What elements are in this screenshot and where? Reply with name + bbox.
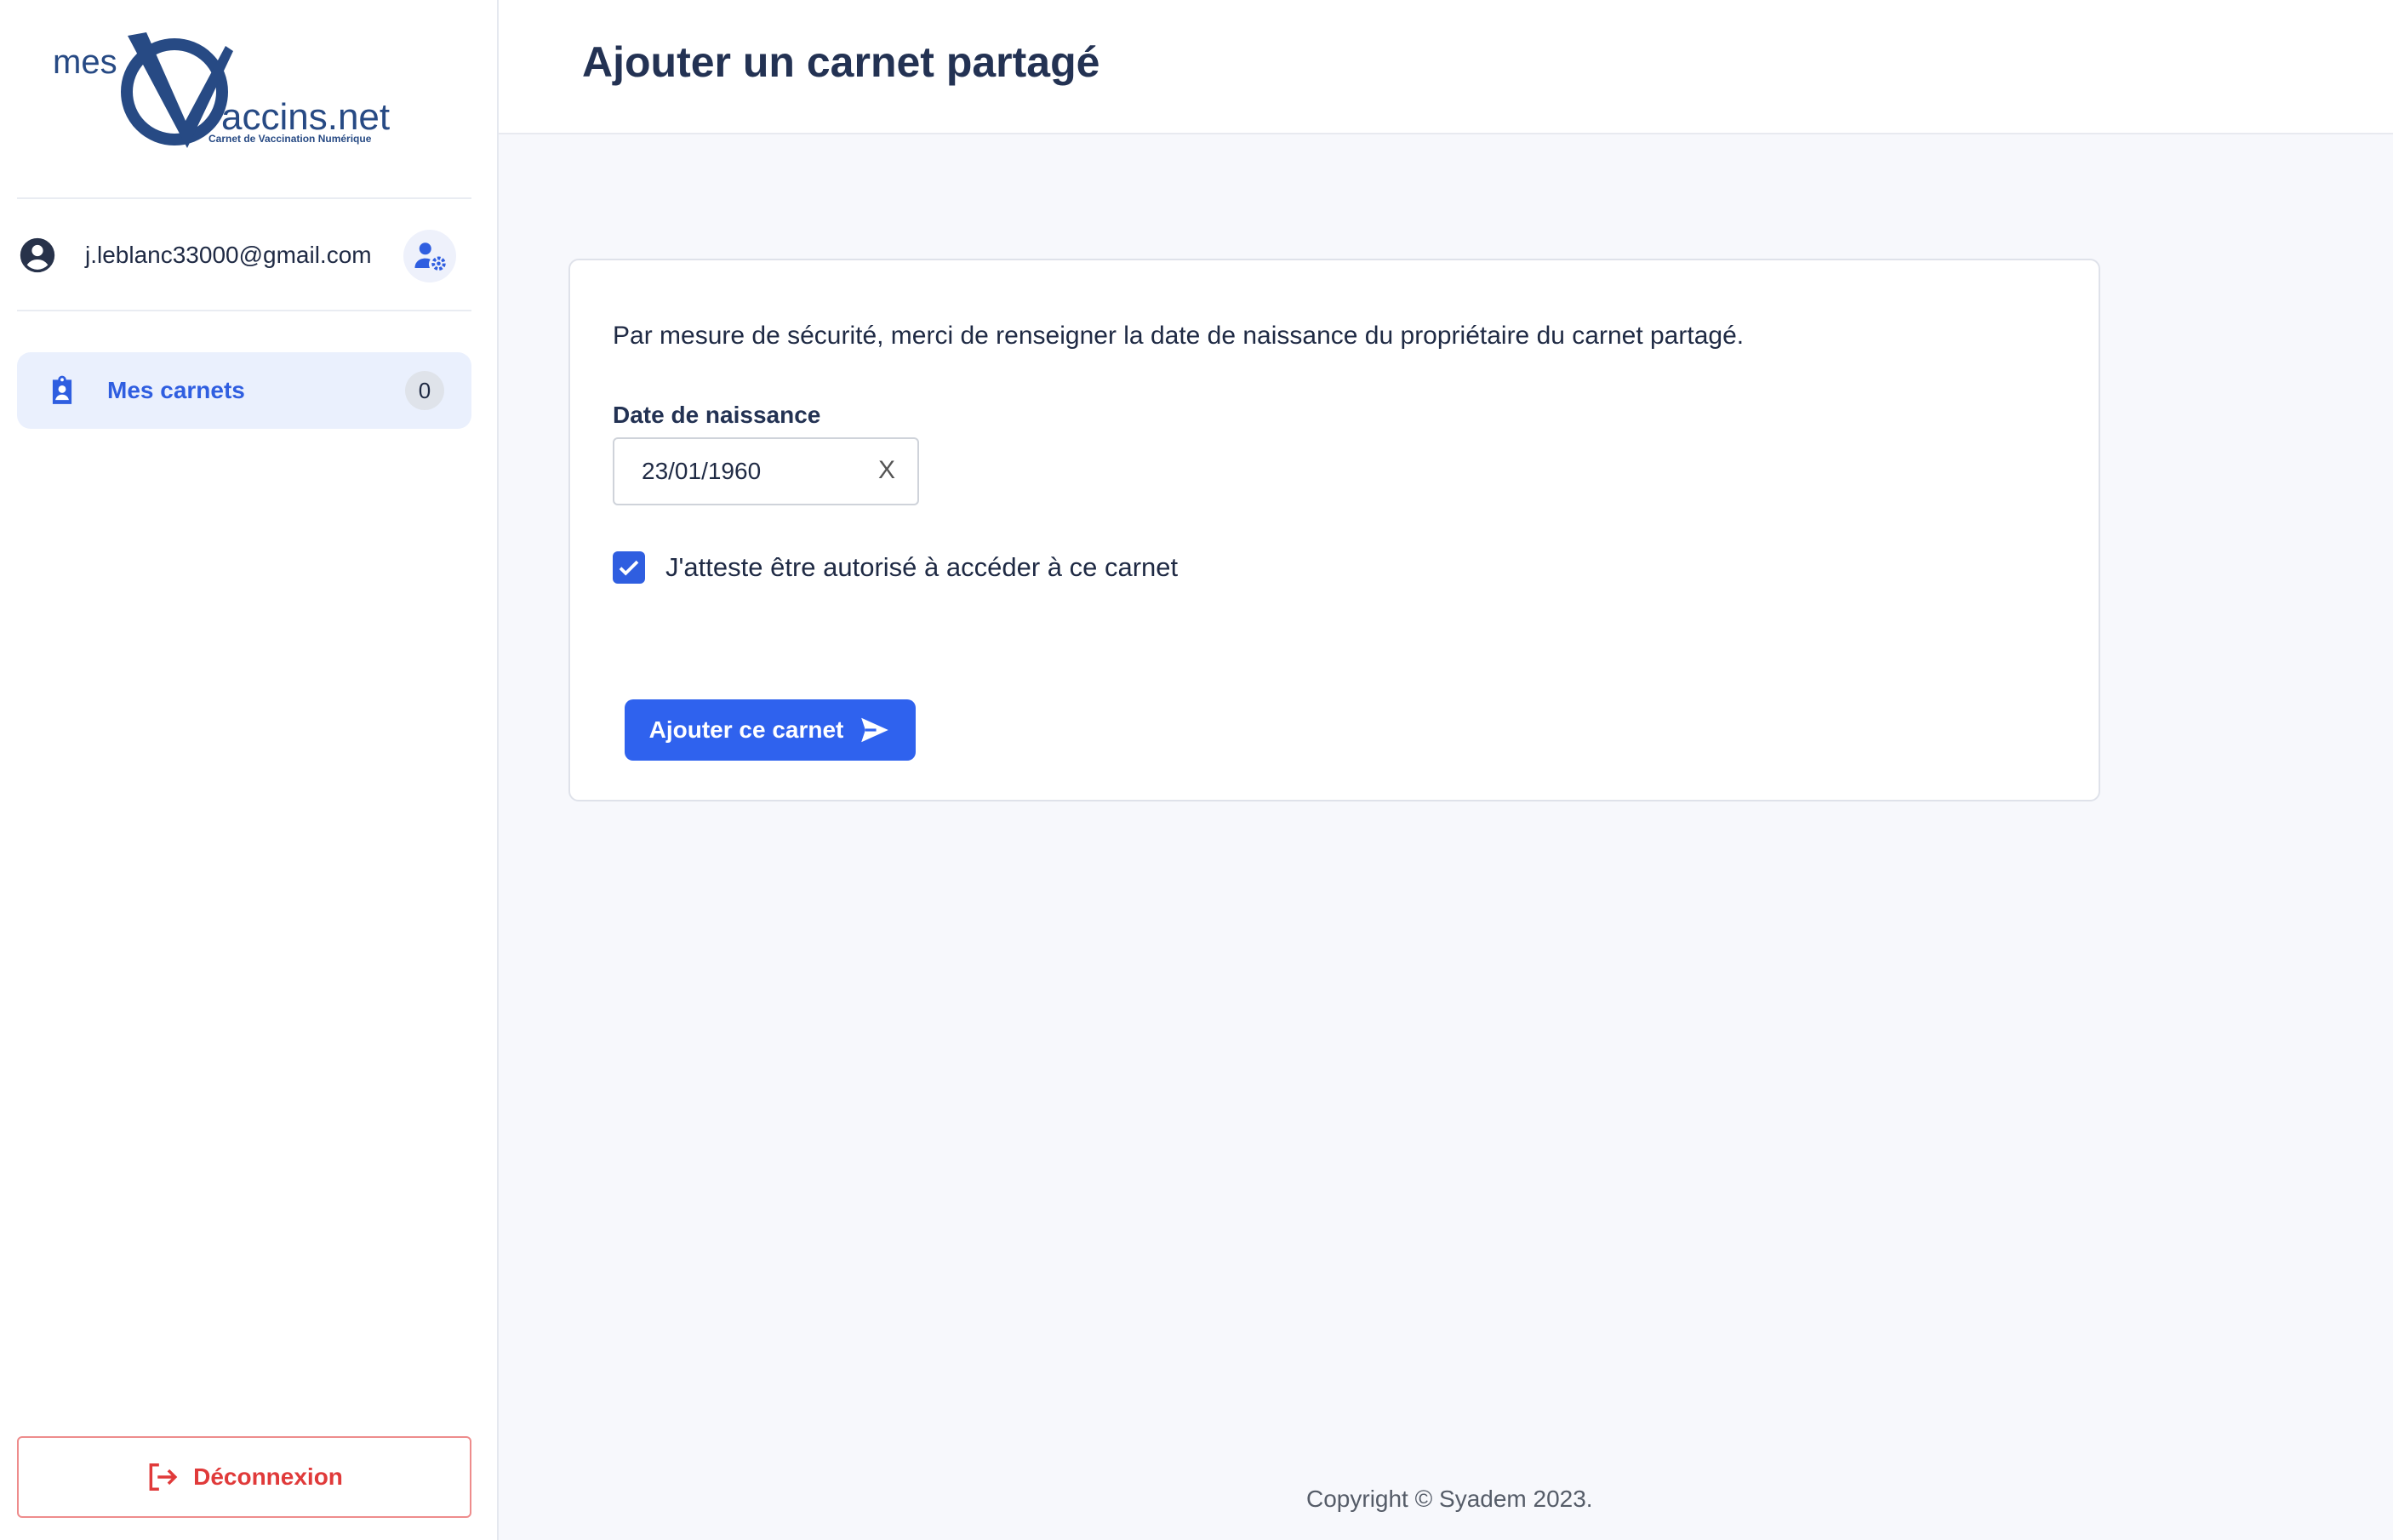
birthdate-label: Date de naissance (613, 402, 821, 428)
send-icon (861, 717, 889, 743)
logout-button[interactable]: Déconnexion (17, 1436, 471, 1518)
logo-text-mes: mes (53, 43, 117, 81)
clipboard-account-icon (52, 375, 72, 404)
consent-label[interactable]: J'atteste être autorisé à accéder à ce c… (665, 552, 1178, 583)
divider (17, 197, 471, 199)
page-title: Ajouter un carnet partagé (582, 38, 1100, 86)
consent-checkbox[interactable] (613, 551, 645, 584)
footer-copyright: Copyright © Syadem 2023. (1306, 1486, 1593, 1512)
add-notebook-button[interactable]: Ajouter ce carnet (625, 699, 916, 761)
sidebar: mes accins.net Carnet de Vaccination Num… (0, 0, 499, 1540)
clear-date-button[interactable]: X (878, 456, 895, 485)
logo-text-brand: accins.net (221, 96, 390, 138)
sidebar-item-label: Mes carnets (107, 377, 245, 403)
sidebar-item-mes-carnets[interactable]: Mes carnets 0 (17, 352, 471, 429)
birthdate-input[interactable] (614, 439, 861, 504)
user-row: j.leblanc33000@gmail.com (17, 223, 471, 288)
divider (17, 310, 471, 311)
page-header: Ajouter un carnet partagé (499, 0, 2393, 134)
add-shared-notebook-card: Par mesure de sécurité, merci de renseig… (568, 259, 2100, 801)
user-settings-button[interactable] (403, 230, 456, 282)
add-notebook-button-label: Ajouter ce carnet (648, 716, 844, 743)
user-settings-icon (414, 242, 446, 271)
user-email: j.leblanc33000@gmail.com (85, 242, 372, 268)
logout-icon (149, 1463, 178, 1491)
birthdate-field[interactable]: X (613, 437, 919, 505)
security-intro-text: Par mesure de sécurité, merci de renseig… (613, 322, 1745, 350)
logo-subtitle: Carnet de Vaccination Numérique (208, 133, 372, 145)
consent-row[interactable]: J'atteste être autorisé à accéder à ce c… (613, 551, 1178, 584)
check-icon (619, 560, 639, 576)
count-badge: 0 (405, 371, 444, 410)
account-circle-icon (20, 237, 55, 273)
logout-label: Déconnexion (193, 1463, 343, 1490)
